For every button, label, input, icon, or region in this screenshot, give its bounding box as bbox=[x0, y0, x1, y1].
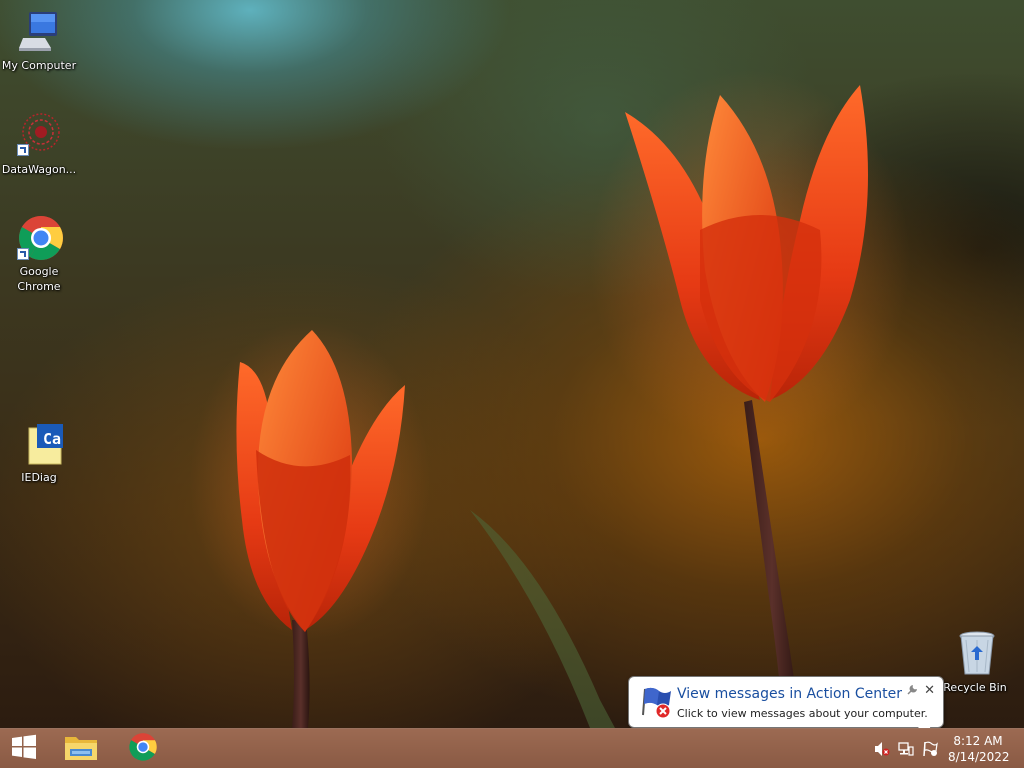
action-center-flag-icon[interactable] bbox=[922, 741, 938, 757]
desktop-icon-my-computer[interactable]: My Computer bbox=[0, 8, 78, 73]
chrome-icon bbox=[15, 214, 63, 262]
clock-date: 8/14/2022 bbox=[948, 750, 1010, 764]
action-center-notification[interactable]: View messages in Action Center Click to … bbox=[628, 676, 944, 743]
start-windows-icon bbox=[11, 734, 37, 764]
speaker-muted-icon[interactable] bbox=[874, 741, 890, 757]
desktop-icon-label: Google Chrome bbox=[17, 265, 61, 293]
leaf bbox=[470, 510, 615, 728]
options-wrench-icon[interactable] bbox=[906, 684, 918, 699]
shortcut-arrow-icon bbox=[17, 144, 29, 156]
notification-title[interactable]: View messages in Action Center bbox=[677, 686, 902, 702]
desktop-wallpaper bbox=[0, 0, 1024, 728]
clock-time: 8:12 AM bbox=[953, 734, 1003, 748]
network-icon[interactable] bbox=[898, 741, 914, 757]
taskbar-clock[interactable]: 8:12 AM 8/14/2022 bbox=[948, 733, 1010, 765]
desktop-icon-label: Recycle Bin bbox=[943, 681, 1007, 694]
desktop-icon-iediag[interactable]: Ca IEDiag bbox=[0, 420, 78, 485]
close-icon[interactable]: ✕ bbox=[924, 683, 935, 698]
computer-icon bbox=[15, 8, 63, 56]
notification-message[interactable]: Click to view messages about your comput… bbox=[677, 707, 928, 720]
desktop-icon-datawagon[interactable]: DataWagon... bbox=[0, 112, 78, 177]
desktop-icon-google-chrome[interactable]: Google Chrome bbox=[0, 214, 78, 294]
iediag-folder-icon: Ca bbox=[15, 420, 63, 468]
tulip-artwork bbox=[190, 70, 910, 728]
desktop-icon-label: IEDiag bbox=[21, 471, 57, 484]
recycle-bin-icon bbox=[951, 630, 999, 678]
start-button[interactable] bbox=[0, 729, 48, 768]
shortcut-arrow-icon bbox=[17, 248, 29, 260]
taskbar-file-explorer[interactable] bbox=[54, 729, 108, 768]
file-explorer-icon bbox=[64, 732, 98, 766]
desktop-icon-label: DataWagon... bbox=[1, 163, 77, 176]
datawagon-icon bbox=[15, 112, 63, 160]
desktop-icon-recycle-bin[interactable]: Recycle Bin bbox=[936, 630, 1014, 695]
svg-text:Ca: Ca bbox=[43, 430, 61, 448]
taskbar: 8:12 AM 8/14/2022 bbox=[0, 728, 1024, 768]
desktop-icon-label: My Computer bbox=[1, 59, 77, 72]
action-center-flag-icon bbox=[639, 685, 673, 723]
chrome-icon bbox=[128, 732, 158, 766]
left-tulip-stem bbox=[292, 620, 310, 728]
taskbar-chrome[interactable] bbox=[116, 729, 170, 768]
